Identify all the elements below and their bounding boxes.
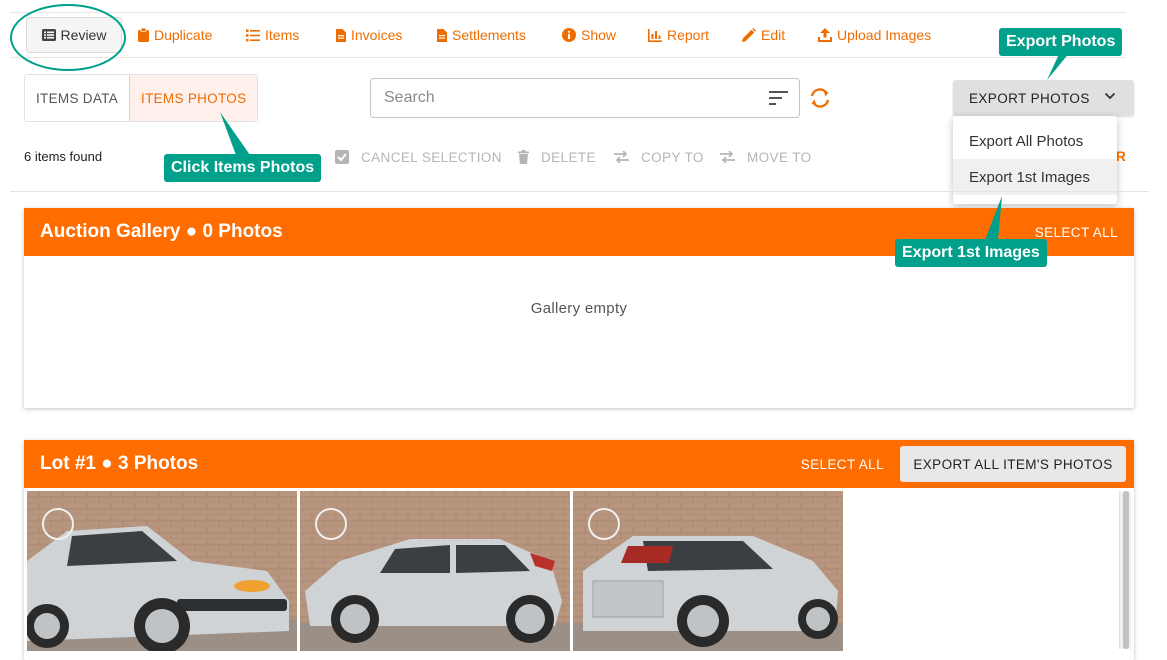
- upload-images-button[interactable]: Upload Images: [818, 13, 931, 57]
- lot-photo[interactable]: [27, 491, 297, 651]
- callout-export-1st-images: Export 1st Images: [895, 239, 1047, 267]
- callout-label: Export Photos: [1006, 33, 1116, 50]
- file-icon: [437, 28, 447, 42]
- upload-icon: [818, 28, 832, 42]
- report-button[interactable]: Report: [648, 13, 709, 57]
- menu-item-export-1st-images[interactable]: Export 1st Images: [953, 159, 1117, 195]
- filter-icon[interactable]: [769, 90, 789, 106]
- edit-button[interactable]: Edit: [742, 13, 785, 57]
- gallery-scrollbar[interactable]: [1119, 491, 1131, 649]
- info-circle-icon: [562, 28, 576, 42]
- chart-icon: [648, 28, 662, 42]
- items-button[interactable]: Items: [246, 13, 299, 57]
- callout-export-photos: Export Photos: [999, 28, 1123, 56]
- swap-arrows-icon: [614, 151, 629, 163]
- duplicate-label: Duplicate: [154, 27, 213, 43]
- gallery-title: Auction Gallery ● 0 Photos: [40, 221, 283, 242]
- invoices-label: Invoices: [351, 27, 403, 43]
- delete-label: DELETE: [541, 149, 596, 165]
- export-photos-dropdown[interactable]: EXPORT PHOTOS: [953, 80, 1134, 116]
- callout-label: Click Items Photos: [171, 159, 315, 176]
- show-label: Show: [581, 27, 617, 43]
- swap-arrows-icon: [720, 151, 735, 163]
- move-to-label: MOVE TO: [747, 149, 812, 165]
- select-photo-checkbox[interactable]: [315, 508, 347, 540]
- select-photo-checkbox[interactable]: [42, 508, 74, 540]
- select-all-button[interactable]: SELECT ALL: [801, 457, 884, 472]
- tab-items-data-label: ITEMS DATA: [36, 90, 119, 106]
- duplicate-button[interactable]: Duplicate: [138, 13, 212, 57]
- select-all-button[interactable]: SELECT ALL: [1035, 225, 1118, 240]
- lot-photo[interactable]: [300, 491, 570, 651]
- clear-button-fragment[interactable]: R: [1116, 149, 1126, 164]
- edit-label: Edit: [761, 27, 786, 43]
- list-ol-icon: [246, 29, 260, 41]
- menu-item-label: Export 1st Images: [969, 168, 1090, 186]
- view-tabs: ITEMS DATA ITEMS PHOTOS: [24, 74, 259, 122]
- select-photo-checkbox[interactable]: [588, 508, 620, 540]
- top-toolbar: Review Duplicate Items Invoices Settleme…: [10, 12, 1126, 58]
- lot-photo[interactable]: [573, 491, 843, 651]
- refresh-icon[interactable]: [809, 88, 831, 108]
- copy-to-button[interactable]: COPY TO: [614, 147, 704, 167]
- invoices-button[interactable]: Invoices: [336, 13, 402, 57]
- scrollbar-thumb[interactable]: [1123, 491, 1129, 649]
- export-photos-label: EXPORT PHOTOS: [969, 90, 1090, 106]
- gallery-title: Lot #1 ● 3 Photos: [40, 453, 199, 474]
- items-label: Items: [265, 27, 300, 43]
- settlements-label: Settlements: [452, 27, 526, 43]
- search-input[interactable]: [371, 79, 751, 117]
- move-to-button[interactable]: MOVE TO: [720, 147, 812, 167]
- menu-item-export-all-photos[interactable]: Export All Photos: [953, 123, 1117, 159]
- export-all-items-photos-label: EXPORT ALL ITEM'S PHOTOS: [913, 456, 1113, 472]
- settlements-button[interactable]: Settlements: [437, 13, 526, 57]
- gallery-header: Lot #1 ● 3 Photos SELECT ALL EXPORT ALL …: [24, 440, 1134, 488]
- pencil-icon: [742, 28, 756, 42]
- file-icon: [336, 28, 346, 42]
- menu-item-label: Export All Photos: [969, 132, 1084, 150]
- trash-icon: [518, 150, 529, 164]
- delete-button[interactable]: DELETE: [518, 147, 596, 167]
- tab-items-photos[interactable]: ITEMS PHOTOS: [129, 75, 258, 121]
- show-button[interactable]: Show: [562, 13, 616, 57]
- report-label: Report: [667, 27, 710, 43]
- clipboard-icon: [138, 28, 149, 42]
- cancel-selection-label: CANCEL SELECTION: [361, 149, 502, 165]
- tab-items-photos-label: ITEMS PHOTOS: [141, 90, 247, 106]
- checkbox-icon: [335, 150, 349, 164]
- upload-images-label: Upload Images: [837, 27, 932, 43]
- lot-gallery-card: Lot #1 ● 3 Photos SELECT ALL EXPORT ALL …: [24, 440, 1134, 660]
- tab-items-data[interactable]: ITEMS DATA: [25, 75, 129, 121]
- gallery-empty-text: Gallery empty: [530, 300, 628, 317]
- auction-gallery-card: Auction Gallery ● 0 Photos SELECT ALL Ga…: [24, 208, 1134, 408]
- export-all-items-photos-button[interactable]: EXPORT ALL ITEM'S PHOTOS: [900, 446, 1126, 482]
- divider: [10, 191, 1149, 192]
- items-count: 6 items found: [24, 149, 103, 164]
- search-box: [370, 78, 800, 118]
- callout-click-items-photos: Click Items Photos: [164, 154, 322, 182]
- callout-label: Export 1st Images: [902, 244, 1040, 261]
- review-highlight-circle: [10, 4, 126, 71]
- chevron-down-icon: [1104, 92, 1116, 100]
- copy-to-label: COPY TO: [641, 149, 704, 165]
- cancel-selection-button[interactable]: CANCEL SELECTION: [335, 147, 502, 167]
